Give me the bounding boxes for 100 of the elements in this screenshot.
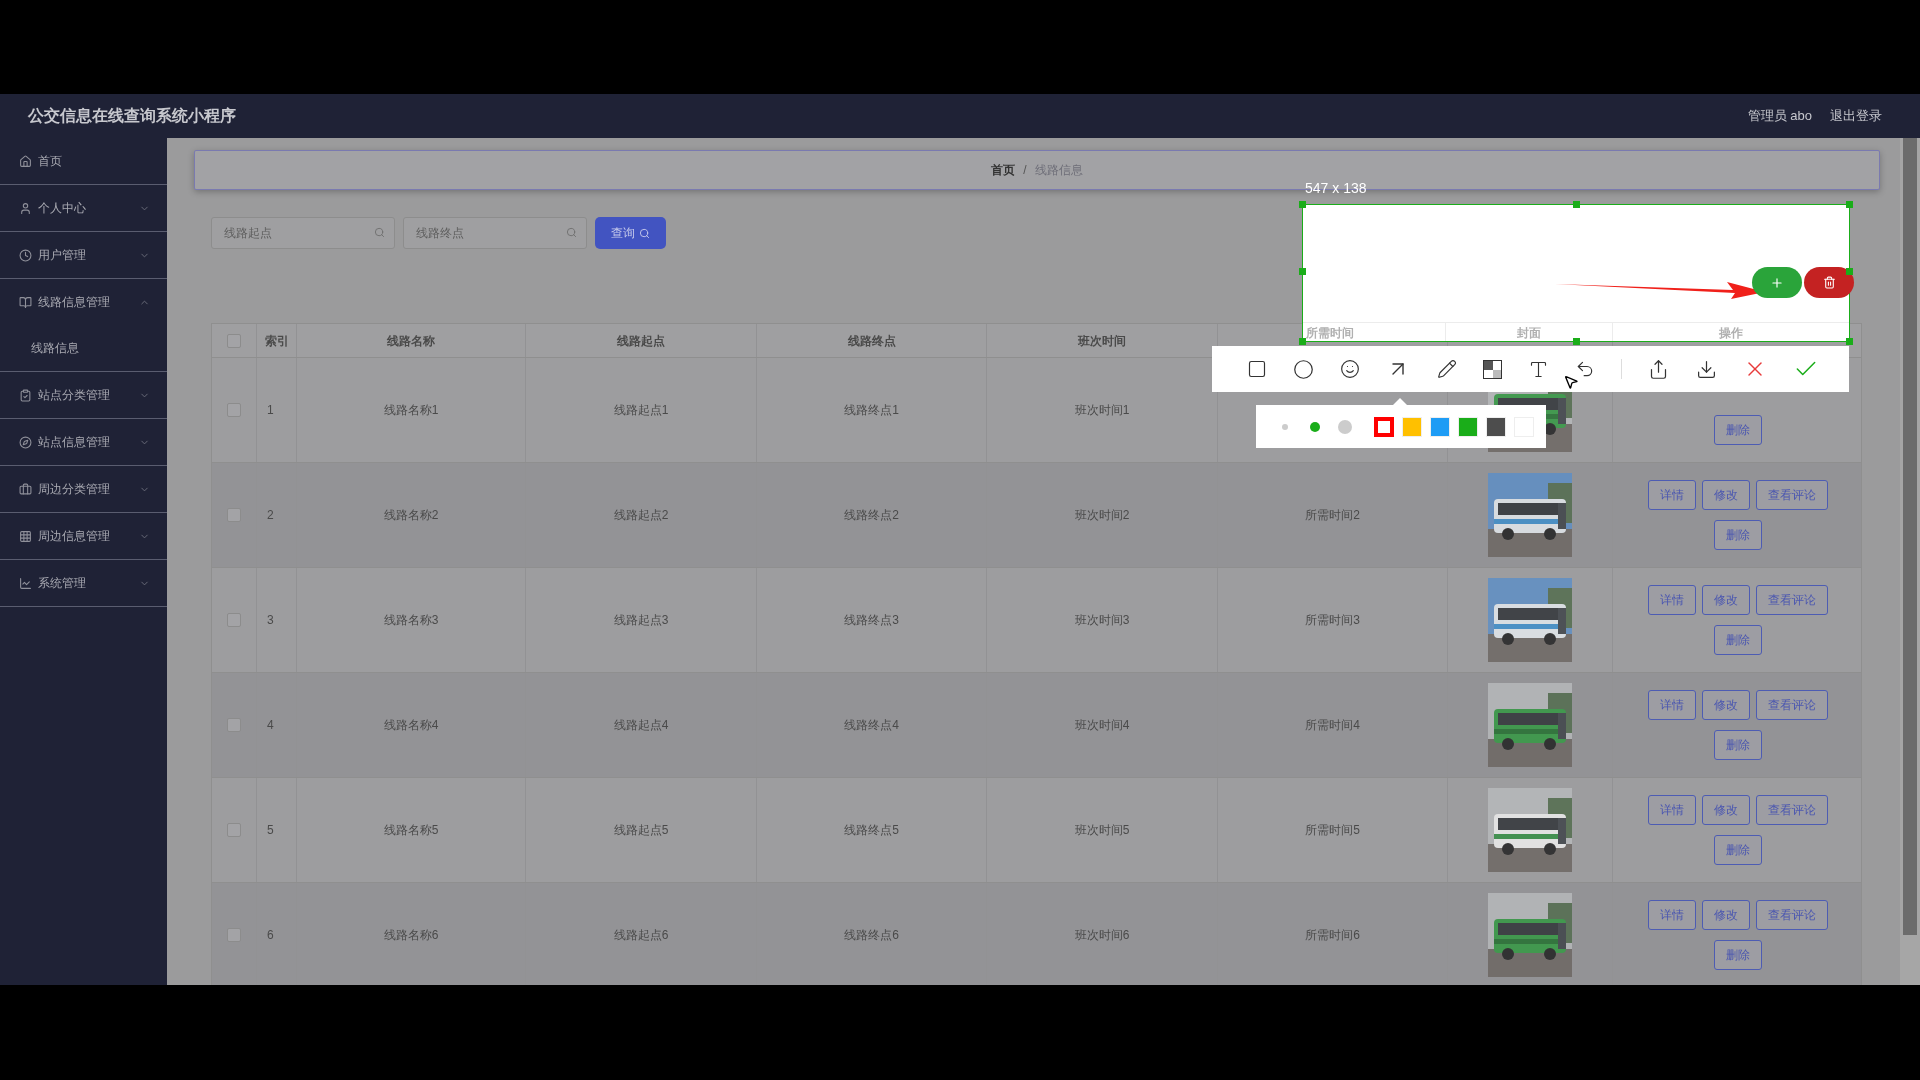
table-cell-text: 6 — [267, 927, 274, 944]
table-cell-text: 线路终点4 — [844, 717, 899, 734]
clipboard-icon — [19, 388, 32, 402]
column-header: 线路名称 — [387, 332, 435, 350]
sidebar-item[interactable]: 站点分类管理 — [0, 372, 167, 418]
table-cell-text: 线路名称3 — [383, 612, 439, 629]
sidebar-item[interactable]: 首页 — [0, 138, 167, 184]
action-button[interactable]: 删除 — [1714, 730, 1762, 760]
action-button[interactable]: 删除 — [1714, 940, 1762, 970]
breadcrumb-link[interactable]: 首页 — [991, 161, 1016, 179]
add-button[interactable] — [1752, 267, 1802, 298]
resize-handle[interactable] — [1846, 201, 1853, 208]
compass-icon — [19, 435, 32, 449]
resize-handle[interactable] — [1299, 201, 1306, 208]
column-header: 操作 — [1719, 325, 1743, 341]
user-icon — [19, 201, 32, 215]
column-header: 线路终点 — [847, 332, 896, 350]
resize-handle[interactable] — [1846, 268, 1853, 275]
table-cell-text: 线路终点5 — [844, 822, 899, 839]
action-button[interactable]: 查看评论 — [1756, 900, 1828, 930]
table-cell-text: 线路终点1 — [844, 402, 899, 419]
action-button[interactable]: 查看评论 — [1756, 480, 1828, 510]
scrollbar[interactable] — [1900, 138, 1920, 985]
action-button[interactable]: 修改 — [1702, 795, 1750, 825]
book-icon — [19, 295, 32, 309]
search-icon — [566, 227, 577, 238]
checkbox[interactable] — [227, 718, 241, 732]
action-button[interactable]: 修改 — [1702, 690, 1750, 720]
checkbox[interactable] — [227, 613, 241, 627]
grid-icon — [19, 529, 32, 543]
resize-handle[interactable] — [1573, 201, 1580, 208]
sidebar-item[interactable]: 用户管理 — [0, 232, 167, 278]
table-cell-text: 线路名称2 — [383, 507, 439, 524]
action-button[interactable]: 删除 — [1714, 520, 1762, 550]
table-cell-text: 线路名称5 — [383, 822, 439, 839]
table-cell-text: 线路起点1 — [613, 402, 669, 419]
action-button[interactable]: 修改 — [1702, 585, 1750, 615]
action-button[interactable]: 修改 — [1702, 900, 1750, 930]
column-header: 封面 — [1517, 325, 1541, 341]
checkbox[interactable] — [227, 823, 241, 837]
admin-name: 管理员 abo — [1747, 107, 1812, 126]
action-button[interactable]: 删除 — [1714, 625, 1762, 655]
delete-button[interactable] — [1804, 267, 1854, 298]
search-field[interactable]: 线路起点 — [211, 217, 395, 249]
checkbox[interactable] — [227, 508, 241, 522]
resize-handle[interactable] — [1846, 338, 1853, 345]
table-cell-text: 线路名称4 — [383, 717, 439, 734]
search-field[interactable]: 线路终点 — [403, 217, 587, 249]
action-button[interactable]: 删除 — [1714, 835, 1762, 865]
action-button[interactable]: 修改 — [1702, 480, 1750, 510]
action-button[interactable]: 详情 — [1648, 690, 1696, 720]
resize-handle[interactable] — [1299, 338, 1306, 345]
table-cell-text: 线路终点3 — [844, 612, 899, 629]
action-button[interactable]: 详情 — [1648, 480, 1696, 510]
sidebar-item[interactable]: 线路信息管理 — [0, 279, 167, 325]
pen-icon[interactable] — [1436, 359, 1457, 379]
action-button[interactable]: 删除 — [1714, 415, 1762, 445]
logout-link[interactable]: 退出登录 — [1830, 106, 1882, 126]
sidebar-item[interactable]: 周边信息管理 — [0, 513, 167, 559]
color-swatch[interactable] — [1374, 416, 1394, 437]
table-cell-text: 班次时间6 — [1074, 927, 1130, 944]
action-button[interactable]: 查看评论 — [1756, 690, 1828, 720]
smiley-icon[interactable] — [1340, 359, 1361, 379]
trash-icon — [1822, 276, 1836, 289]
column-header: 线路起点 — [617, 332, 665, 350]
action-button[interactable]: 查看评论 — [1756, 585, 1828, 615]
table-cell-text: 所需时间2 — [1305, 507, 1360, 524]
sidebar-item[interactable]: 周边分类管理 — [0, 466, 167, 512]
table-cell-text: 1 — [267, 402, 274, 419]
resize-handle[interactable] — [1299, 268, 1306, 275]
rectangle-icon[interactable] — [1247, 359, 1267, 379]
table-cell-text: 线路名称1 — [383, 402, 439, 419]
query-button[interactable]: 查询 — [595, 217, 666, 249]
action-button[interactable]: 详情 — [1648, 900, 1696, 930]
checkbox[interactable] — [227, 403, 241, 417]
action-button[interactable]: 详情 — [1648, 795, 1696, 825]
table-cell-text: 4 — [267, 717, 274, 734]
sidebar-item[interactable]: 站点信息管理 — [0, 419, 167, 465]
circle-icon[interactable] — [1293, 358, 1315, 380]
download-icon[interactable] — [1695, 358, 1717, 380]
sidebar-subitem[interactable]: 线路信息 — [0, 325, 167, 371]
action-button[interactable]: 查看评论 — [1756, 795, 1828, 825]
mosaic-icon[interactable] — [1482, 359, 1502, 379]
table-cell-text: 班次时间1 — [1074, 402, 1130, 419]
resize-handle[interactable] — [1573, 338, 1580, 345]
checkbox[interactable] — [227, 928, 241, 942]
action-button[interactable]: 详情 — [1648, 585, 1696, 615]
table-cell-text: 班次时间5 — [1074, 822, 1130, 839]
search-icon — [639, 227, 650, 239]
table-cell-text: 所需时间5 — [1305, 822, 1360, 839]
table-cell-text: 线路终点2 — [844, 507, 899, 524]
sidebar-item[interactable]: 系统管理 — [0, 560, 167, 606]
column-header: 索引 — [264, 332, 289, 350]
table-cell-text: 所需时间4 — [1305, 717, 1360, 734]
table-cell-text: 所需时间3 — [1305, 612, 1360, 629]
app-title: 公交信息在线查询系统小程序 — [28, 106, 236, 126]
checkbox[interactable] — [227, 333, 241, 348]
home-icon — [19, 154, 32, 168]
table-cell-text: 线路起点2 — [613, 507, 669, 524]
sidebar-item[interactable]: 个人中心 — [0, 185, 167, 231]
